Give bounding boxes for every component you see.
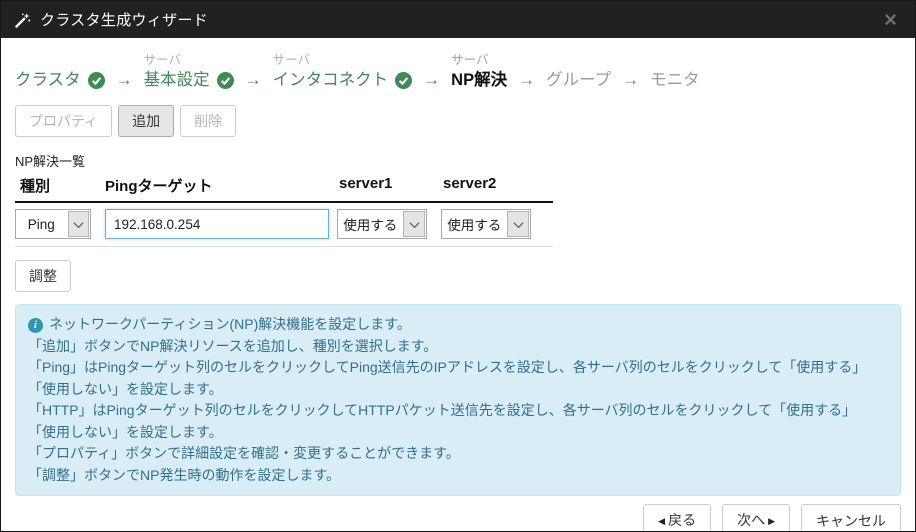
table-row: Ping 使用する 使用する	[15, 203, 553, 247]
footer-buttons: ◀戻る 次へ▶ キャンセル	[15, 504, 901, 532]
toolbar: プロパティ 追加 削除	[15, 105, 901, 137]
type-select[interactable]: Ping	[15, 209, 91, 239]
back-button[interactable]: ◀戻る	[643, 504, 711, 532]
info-alert: iネットワークパーティション(NP)解決機能を設定します。 「追加」ボタンでNP…	[15, 304, 901, 496]
info-line: 「追加」ボタンでNP解決リソースを追加し、種別を選択します。	[28, 336, 888, 358]
next-button[interactable]: 次へ▶	[722, 504, 790, 532]
step-arrow-icon: →	[245, 68, 262, 91]
step-sublabel: サーバ	[273, 51, 413, 69]
step-label: インタコネクト	[273, 69, 389, 92]
property-button[interactable]: プロパティ	[15, 105, 112, 137]
step-label: 基本設定	[144, 69, 210, 92]
step-basic-settings[interactable]: サーバ 基本設定	[144, 51, 234, 92]
wizard-steps: クラスタ → サーバ 基本設定 → サーバ	[15, 51, 901, 92]
np-resolution-table: 種別 Pingターゲット server1 server2 Ping 使用	[15, 175, 553, 247]
step-arrow-icon: →	[518, 68, 535, 91]
info-line: iネットワークパーティション(NP)解決機能を設定します。	[28, 314, 888, 336]
info-line: 「使用しない」を設定します。	[28, 379, 888, 401]
info-line: 「HTTP」はPingターゲット列のセルをクリックしてHTTPパケット送信先を設…	[28, 400, 888, 422]
step-label: モニタ	[650, 69, 700, 92]
check-icon	[88, 72, 105, 89]
tune-button[interactable]: 調整	[15, 260, 71, 292]
col-header-type: 種別	[15, 175, 105, 196]
server1-usage-select[interactable]: 使用する	[337, 209, 427, 239]
step-np-resolution[interactable]: サーバ NP解決	[451, 51, 507, 92]
step-sublabel	[650, 51, 700, 69]
next-triangle-icon: ▶	[768, 516, 775, 526]
cancel-button[interactable]: キャンセル	[801, 504, 901, 532]
wizard-wand-icon	[15, 12, 31, 28]
chevron-down-icon	[507, 211, 529, 237]
info-icon: i	[28, 318, 43, 333]
type-select-value: Ping	[16, 210, 67, 238]
dialog-titlebar: クラスタ生成ウィザード ×	[1, 1, 915, 38]
delete-button[interactable]: 削除	[180, 105, 236, 137]
step-sublabel	[546, 51, 611, 69]
info-line: 「使用しない」を設定します。	[28, 422, 888, 444]
table-header-row: 種別 Pingターゲット server1 server2	[15, 175, 553, 203]
dialog-title: クラスタ生成ウィザード	[40, 9, 208, 30]
cluster-wizard-dialog: クラスタ生成ウィザード × クラスタ → サーバ 基本設定	[0, 0, 916, 532]
step-label: NP解決	[451, 69, 507, 92]
info-line: 「Ping」はPingターゲット列のセルをクリックしてPing送信先のIPアドレ…	[28, 357, 888, 379]
back-triangle-icon: ◀	[658, 516, 665, 526]
check-icon	[217, 72, 234, 89]
col-header-server1: server1	[337, 175, 441, 196]
step-arrow-icon: →	[622, 68, 639, 91]
close-icon[interactable]: ×	[880, 9, 901, 31]
step-sublabel: サーバ	[144, 51, 234, 69]
chevron-down-icon	[403, 211, 425, 237]
server2-usage-value: 使用する	[442, 210, 506, 238]
step-label: クラスタ	[15, 69, 81, 92]
add-button[interactable]: 追加	[118, 105, 174, 137]
step-interconnect[interactable]: サーバ インタコネクト	[273, 51, 413, 92]
check-icon	[395, 72, 412, 89]
step-label: グループ	[546, 69, 611, 92]
step-cluster[interactable]: クラスタ	[15, 51, 105, 92]
step-sublabel	[15, 51, 105, 69]
server2-usage-select[interactable]: 使用する	[441, 209, 531, 239]
step-monitor: モニタ	[650, 51, 700, 92]
step-arrow-icon: →	[423, 68, 440, 91]
server1-usage-value: 使用する	[338, 210, 402, 238]
step-group: グループ	[546, 51, 611, 92]
info-line: 「調整」ボタンでNP発生時の動作を設定します。	[28, 465, 888, 487]
col-header-ping-target: Pingターゲット	[105, 175, 337, 196]
step-sublabel: サーバ	[451, 51, 507, 69]
info-line: 「プロパティ」ボタンで詳細設定を確認・変更することができます。	[28, 443, 888, 465]
np-list-caption: NP解決一覧	[15, 151, 901, 170]
ping-target-input[interactable]	[105, 209, 329, 239]
step-arrow-icon: →	[116, 68, 133, 91]
col-header-server2: server2	[441, 175, 553, 196]
chevron-down-icon	[68, 211, 89, 237]
